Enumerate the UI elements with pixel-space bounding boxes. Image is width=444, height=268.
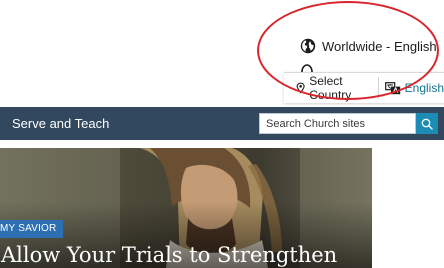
nav-serve-and-teach[interactable]: Serve and Teach <box>12 116 109 131</box>
search-icon <box>421 118 433 130</box>
search-button[interactable] <box>416 113 438 134</box>
hero-headline: Allow Your Trials to Strengthen <box>1 243 338 267</box>
language-bar: Worldwide - English Select Country Engli… <box>0 0 444 107</box>
search-input[interactable] <box>259 113 416 134</box>
hero-feature[interactable]: MY SAVIOR Allow Your Trials to Strengthe… <box>0 148 372 268</box>
category-badge: MY SAVIOR <box>0 220 64 238</box>
annotation-circle <box>257 1 439 100</box>
